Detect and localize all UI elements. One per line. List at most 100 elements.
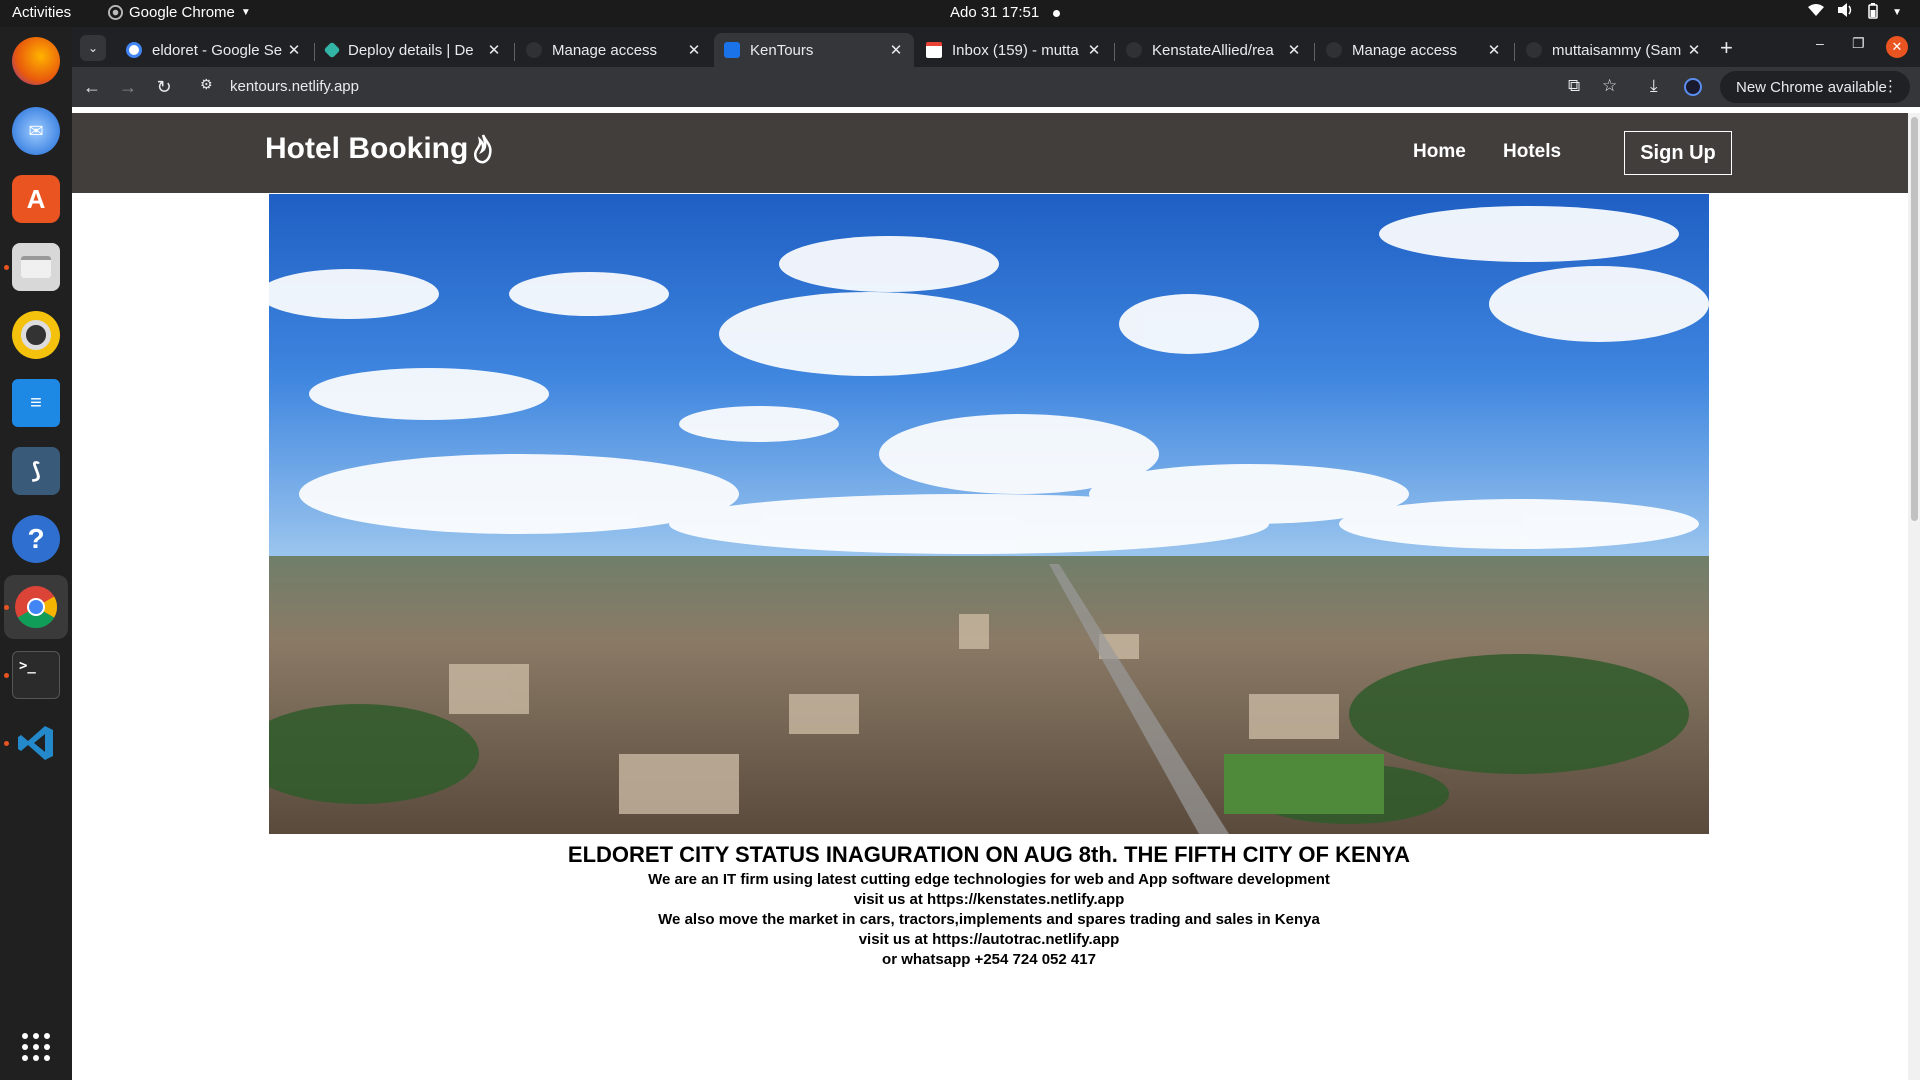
help-icon[interactable]: ?: [12, 515, 60, 563]
tab-title: Deploy details | De: [348, 41, 474, 59]
netlify-favicon-icon: [323, 41, 341, 59]
page-viewport: Hotel Booking Home Hotels Sign Up ELDORE…: [72, 113, 1908, 1080]
activities-button[interactable]: Activities: [12, 4, 71, 21]
wifi-icon: [1808, 3, 1825, 23]
tab-divider: [514, 43, 515, 61]
running-indicator: [4, 265, 9, 270]
rhythmbox-icon[interactable]: [12, 311, 60, 359]
new-tab-plus-icon[interactable]: +: [1720, 35, 1733, 61]
back-arrow-icon[interactable]: ←: [80, 75, 104, 99]
power-menu-caret-icon: ▼: [1892, 7, 1902, 18]
tab-title: KenstateAllied/rea: [1152, 41, 1274, 59]
app-center-icon[interactable]: A: [12, 175, 60, 223]
system-status-area[interactable]: ▼: [1808, 3, 1902, 23]
minimize-window-icon[interactable]: –: [1816, 35, 1824, 51]
firefox-icon[interactable]: [12, 37, 60, 85]
bookmark-star-icon[interactable]: ☆: [1602, 76, 1617, 96]
headline: ELDORET CITY STATUS INAGURATION ON AUG 8…: [567, 842, 1411, 867]
install-app-icon[interactable]: ⧉: [1568, 76, 1580, 96]
nav-link-home[interactable]: Home: [1413, 141, 1466, 163]
running-indicator: [4, 741, 9, 746]
app-menu-label: Google Chrome: [129, 4, 235, 21]
close-tab-icon[interactable]: ✕: [1486, 41, 1502, 59]
github-favicon-icon: [1526, 42, 1542, 58]
download-icon[interactable]: ⤓: [1650, 76, 1658, 96]
running-indicator: [4, 605, 9, 610]
thunderbird-icon[interactable]: ✉: [12, 107, 60, 155]
system-top-bar: Activities Google Chrome ▼ Ado 31 17:51 …: [0, 0, 1920, 27]
tab[interactable]: KenstateAllied/rea ✕: [1116, 33, 1312, 67]
close-tab-icon[interactable]: ✕: [486, 41, 502, 59]
files-icon[interactable]: [12, 243, 60, 291]
nav-link-hotels[interactable]: Hotels: [1503, 141, 1561, 163]
close-tab-icon[interactable]: ✕: [686, 41, 702, 59]
app-menu[interactable]: Google Chrome ▼: [108, 4, 251, 21]
scrollbar-thumb[interactable]: [1911, 117, 1918, 521]
tab-active[interactable]: KenTours ✕: [714, 33, 914, 67]
chrome-window: ⌄ eldoret - Google Se ✕ Deploy details |…: [72, 27, 1920, 1080]
tab-title: muttaisammy (Sam: [1552, 41, 1682, 59]
tab-title: KenTours: [750, 41, 814, 59]
info-line: visit us at https://autotrac.netlify.app: [858, 931, 1120, 948]
new-chrome-available-button[interactable]: New Chrome available ⋮: [1720, 71, 1910, 103]
github-favicon-icon: [1126, 42, 1142, 58]
close-tab-icon[interactable]: ✕: [286, 41, 302, 59]
browser-toolbar: ← → ↻ ⚙ kentours.netlify.app ⧉ ☆ ⤓ New C…: [72, 67, 1920, 107]
tab-title: Manage access: [552, 41, 658, 59]
clock[interactable]: Ado 31 17:51: [950, 4, 1039, 21]
tab[interactable]: Manage access ✕: [1316, 33, 1512, 67]
close-tab-icon[interactable]: ✕: [1086, 41, 1102, 59]
close-tab-icon[interactable]: ✕: [1286, 41, 1302, 59]
google-favicon-icon: [126, 42, 142, 58]
tab-divider: [314, 43, 315, 61]
tab-divider: [1314, 43, 1315, 61]
sign-up-button[interactable]: Sign Up: [1624, 131, 1732, 175]
tab[interactable]: Deploy details | De ✕: [316, 33, 512, 67]
info-line: or whatsapp +254 724 052 417: [882, 951, 1096, 968]
forward-arrow-icon[interactable]: →: [116, 75, 140, 99]
site-brand[interactable]: Hotel Booking: [265, 132, 494, 166]
tab[interactable]: Inbox (159) - mutta ✕: [916, 33, 1112, 67]
tab-title: eldoret - Google Se: [152, 41, 283, 59]
tab-search-button[interactable]: ⌄: [80, 35, 106, 61]
tab-title: Manage access: [1352, 41, 1458, 59]
site-navbar: Hotel Booking Home Hotels Sign Up: [72, 113, 1908, 193]
github-favicon-icon: [526, 42, 542, 58]
app-grid-icon[interactable]: [12, 1023, 60, 1071]
page-content: ELDORET CITY STATUS INAGURATION ON AUG 8…: [269, 840, 1709, 970]
battery-icon: [1868, 3, 1878, 23]
tab-strip: ⌄ eldoret - Google Se ✕ Deploy details |…: [72, 27, 1920, 67]
close-window-icon[interactable]: ✕: [1886, 36, 1908, 58]
close-tab-icon[interactable]: ✕: [888, 41, 904, 59]
page-scrollbar[interactable]: [1908, 113, 1920, 1080]
url-text: kentours.netlify.app: [230, 78, 359, 95]
info-line: We also move the market in cars, tractor…: [658, 911, 1320, 928]
address-bar[interactable]: ⚙ kentours.netlify.app: [188, 71, 1698, 103]
terminal-icon[interactable]: >_: [12, 651, 60, 699]
chevron-down-icon: ⌄: [87, 41, 99, 55]
flame-icon: [474, 134, 492, 164]
writer-icon[interactable]: ≡: [12, 379, 60, 427]
reload-icon[interactable]: ↻: [152, 75, 176, 99]
chrome-small-icon: [108, 5, 123, 20]
profile-avatar[interactable]: [1684, 78, 1702, 96]
site-info-icon[interactable]: ⚙: [200, 76, 213, 93]
restore-window-icon[interactable]: ❐: [1852, 35, 1865, 52]
vscode-icon[interactable]: [12, 719, 60, 767]
kentours-favicon-icon: [724, 42, 740, 58]
notification-dot: [1053, 10, 1060, 17]
info-line: We are an IT firm using latest cutting e…: [648, 871, 1330, 888]
tab[interactable]: Manage access ✕: [516, 33, 712, 67]
mysql-workbench-icon[interactable]: ⟆: [12, 447, 60, 495]
gmail-favicon-icon: [926, 42, 942, 58]
chrome-icon[interactable]: [12, 583, 60, 631]
tab[interactable]: eldoret - Google Se ✕: [116, 33, 312, 67]
info-line: visit us at https://kenstates.netlify.ap…: [853, 891, 1125, 908]
running-indicator: [4, 673, 9, 678]
tab[interactable]: muttaisammy (Sam ✕: [1516, 33, 1712, 67]
kebab-menu-icon[interactable]: ⋮: [1883, 77, 1898, 95]
close-tab-icon[interactable]: ✕: [1686, 41, 1702, 59]
tab-title: Inbox (159) - mutta: [952, 41, 1079, 59]
github-favicon-icon: [1326, 42, 1342, 58]
tab-divider: [1114, 43, 1115, 61]
